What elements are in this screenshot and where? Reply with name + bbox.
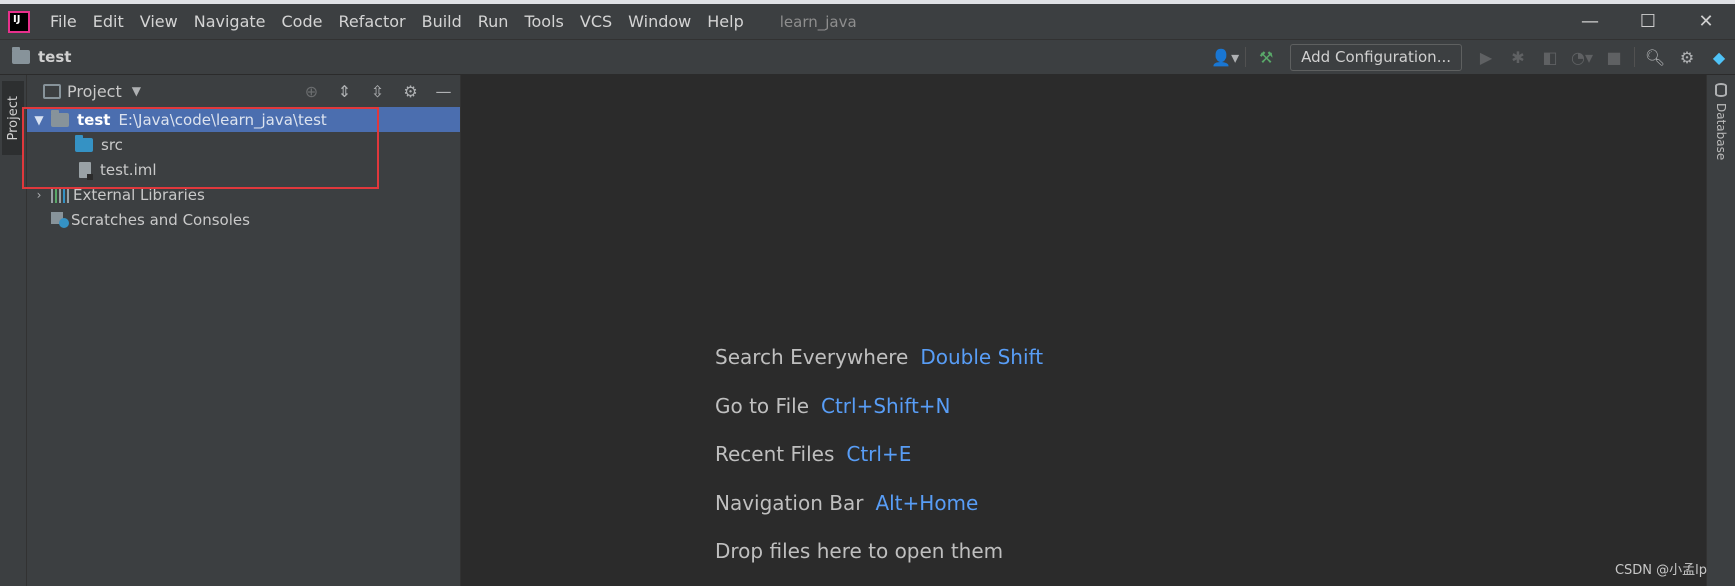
add-configuration-button[interactable]: Add Configuration... xyxy=(1290,43,1462,71)
source-folder-icon xyxy=(75,134,93,152)
project-panel-header: Project ▼ ⊕ ⇕ ⇳ ⚙ — xyxy=(27,75,460,107)
chevron-right-icon[interactable]: › xyxy=(31,188,47,202)
settings-icon[interactable]: ⚙ xyxy=(1671,43,1703,71)
menu-refactor[interactable]: Refactor xyxy=(338,12,405,31)
hint-search-everywhere: Search Everywhere Double Shift xyxy=(715,345,1043,394)
menu-run[interactable]: Run xyxy=(478,12,509,31)
menu-code[interactable]: Code xyxy=(282,12,323,31)
breadcrumb-project-name: test xyxy=(38,48,72,66)
menu-navigate[interactable]: Navigate xyxy=(194,12,266,31)
project-tree: ▼ test E:\Java\code\learn_java\test src … xyxy=(22,107,460,232)
menu-bar: IJ File Edit View Navigate Code Refactor… xyxy=(0,4,1735,39)
database-tool-tab-label: Database xyxy=(1714,103,1728,161)
tree-root-path: E:\Java\code\learn_java\test xyxy=(118,110,327,129)
module-folder-icon xyxy=(51,109,69,127)
run-icon[interactable]: ▶ xyxy=(1470,43,1502,71)
window-controls: — ☐ ✕ xyxy=(1561,4,1735,39)
debug-icon[interactable]: ✱ xyxy=(1502,43,1534,71)
project-view-icon xyxy=(43,83,61,99)
hide-panel-icon[interactable]: — xyxy=(427,82,460,101)
tree-iml-label: test.iml xyxy=(100,160,157,179)
tree-node-iml[interactable]: test.iml xyxy=(27,157,460,182)
menu-help[interactable]: Help xyxy=(707,12,743,31)
chevron-down-icon[interactable]: ▼ xyxy=(31,113,47,127)
intellij-logo-icon: IJ xyxy=(8,10,30,33)
menu-edit[interactable]: Edit xyxy=(93,12,124,31)
app-logo-text: IJ xyxy=(13,13,21,25)
hint-label: Navigation Bar xyxy=(715,490,864,515)
database-tool-tab[interactable]: Database xyxy=(1711,83,1731,160)
left-tool-stripe: Project xyxy=(0,75,27,586)
menu-build[interactable]: Build xyxy=(422,12,462,31)
project-tool-tab[interactable]: Project xyxy=(2,81,24,155)
navigation-toolbar: test 👤▾ ⚒ Add Configuration... ▶ ✱ ◧ ◔▾ … xyxy=(0,39,1735,75)
hint-shortcut: Ctrl+E xyxy=(846,442,912,466)
coverage-icon[interactable]: ◧ xyxy=(1534,43,1566,71)
tree-node-scratches[interactable]: Scratches and Consoles xyxy=(27,207,460,232)
menu-window[interactable]: Window xyxy=(628,12,691,31)
hint-shortcut: Alt+Home xyxy=(875,490,979,515)
project-panel-actions: ⊕ ⇕ ⇳ ⚙ — xyxy=(295,82,460,101)
editor-hints: Search Everywhere Double Shift Go to Fil… xyxy=(715,345,1043,586)
menu-vcs[interactable]: VCS xyxy=(580,12,612,31)
folder-icon xyxy=(12,47,30,64)
profile-icon[interactable]: ◔▾ xyxy=(1566,43,1598,71)
maximize-button[interactable]: ☐ xyxy=(1619,4,1677,39)
tree-external-libraries-label: External Libraries xyxy=(73,185,205,204)
tree-node-root[interactable]: ▼ test E:\Java\code\learn_java\test xyxy=(27,107,460,132)
user-icon[interactable]: 👤▾ xyxy=(1209,43,1241,71)
right-tool-stripe: Database xyxy=(1706,75,1735,586)
toolbar-actions: 👤▾ ⚒ Add Configuration... ▶ ✱ ◧ ◔▾ ■ 🔍︎ … xyxy=(1209,43,1735,71)
tree-src-label: src xyxy=(101,135,123,154)
project-tool-tab-label: Project xyxy=(5,95,21,141)
toolbar-separator xyxy=(1245,47,1247,67)
gear-icon[interactable]: ⚙ xyxy=(394,82,427,101)
hint-label: Go to File xyxy=(715,393,809,418)
scratches-icon xyxy=(51,211,69,228)
iml-file-icon xyxy=(79,161,93,180)
jetbrains-logo-icon[interactable]: ◆ xyxy=(1703,43,1735,71)
menu-view[interactable]: View xyxy=(140,12,178,31)
menu-tools[interactable]: Tools xyxy=(524,12,563,31)
hint-shortcut: Ctrl+Shift+N xyxy=(821,393,951,418)
close-button[interactable]: ✕ xyxy=(1677,4,1735,39)
hint-label: Drop files here to open them xyxy=(715,539,1004,563)
hint-shortcut: Double Shift xyxy=(920,345,1044,369)
hint-label: Search Everywhere xyxy=(715,345,909,369)
window-title: learn_java xyxy=(779,12,857,31)
hint-drop-files: Drop files here to open them xyxy=(715,539,1043,586)
watermark: CSDN @小孟lp xyxy=(1614,563,1707,578)
stop-icon[interactable]: ■ xyxy=(1598,43,1630,71)
tree-root-name: test xyxy=(77,110,111,129)
project-tool-window: Project ▼ ⊕ ⇕ ⇳ ⚙ — ▼ test E:\Java\code\… xyxy=(22,75,461,586)
hint-navigation-bar: Navigation Bar Alt+Home xyxy=(715,491,1043,540)
tree-node-src[interactable]: src xyxy=(27,132,460,157)
locate-file-icon[interactable]: ⊕ xyxy=(295,82,328,101)
search-icon[interactable]: 🔍︎ xyxy=(1639,43,1671,71)
tree-node-external-libraries[interactable]: › External Libraries xyxy=(27,182,460,207)
breadcrumb-project[interactable]: test xyxy=(12,47,72,66)
expand-all-icon[interactable]: ⇕ xyxy=(328,82,361,101)
toolbar-separator xyxy=(1634,47,1635,67)
build-hammer-icon[interactable]: ⚒ xyxy=(1250,43,1282,71)
hint-go-to-file: Go to File Ctrl+Shift+N xyxy=(715,394,1043,443)
menu-file[interactable]: File xyxy=(50,12,77,31)
project-view-selector[interactable]: Project xyxy=(67,82,122,101)
library-icon xyxy=(51,187,69,203)
tree-scratches-label: Scratches and Consoles xyxy=(71,210,250,229)
collapse-all-icon[interactable]: ⇳ xyxy=(361,82,394,101)
hint-recent-files: Recent Files Ctrl+E xyxy=(715,442,1043,491)
hint-label: Recent Files xyxy=(715,442,835,466)
editor-empty-area: Search Everywhere Double Shift Go to Fil… xyxy=(461,75,1706,586)
database-icon xyxy=(1715,83,1727,97)
minimize-button[interactable]: — xyxy=(1561,4,1619,39)
chevron-down-icon[interactable]: ▼ xyxy=(132,84,141,98)
